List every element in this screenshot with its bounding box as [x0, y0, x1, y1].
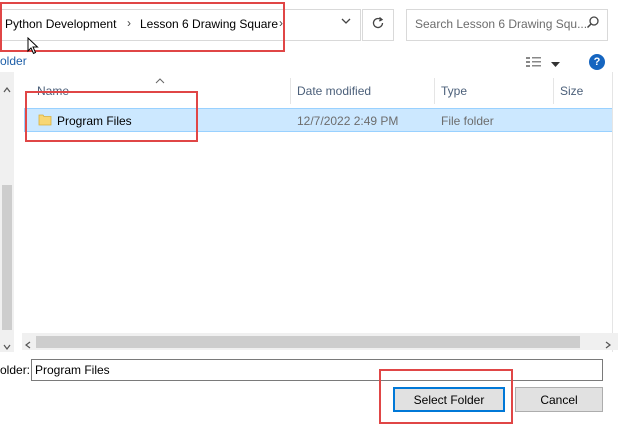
search-input[interactable]: Search Lesson 6 Drawing Squ...: [415, 17, 587, 31]
sort-ascending-icon: [155, 73, 165, 87]
search-icon[interactable]: [586, 15, 600, 32]
highlight-program-files: [25, 91, 198, 142]
scroll-left-icon[interactable]: [25, 338, 31, 352]
folder-name-input[interactable]: Program Files: [31, 359, 603, 381]
navigation-pane-scroll-thumb[interactable]: [2, 185, 12, 330]
scroll-down-icon[interactable]: [3, 339, 11, 353]
file-list-vertical-scrollbar[interactable]: [612, 72, 621, 352]
chevron-down-icon[interactable]: [340, 15, 352, 30]
scroll-right-icon[interactable]: [605, 338, 611, 352]
help-icon[interactable]: ?: [589, 54, 605, 70]
horizontal-scroll-thumb[interactable]: [36, 336, 580, 348]
scroll-up-icon[interactable]: [3, 82, 11, 96]
cancel-button[interactable]: Cancel: [515, 387, 603, 412]
highlight-breadcrumb: [0, 2, 285, 52]
new-folder-button[interactable]: older: [0, 54, 27, 68]
column-divider[interactable]: [290, 78, 291, 104]
file-type: File folder: [441, 114, 494, 128]
mouse-cursor-icon: [27, 36, 39, 58]
folder-field-label: older:: [0, 363, 31, 377]
column-header-size[interactable]: Size: [560, 84, 583, 98]
highlight-select-folder: [379, 369, 513, 424]
column-divider[interactable]: [434, 78, 435, 104]
column-header-type[interactable]: Type: [441, 84, 467, 98]
refresh-button[interactable]: [362, 9, 394, 41]
view-details-icon[interactable]: [525, 55, 543, 72]
file-date-modified: 12/7/2022 2:49 PM: [297, 114, 399, 128]
refresh-icon: [371, 16, 385, 35]
view-options-chevron-icon[interactable]: [551, 57, 560, 71]
column-divider[interactable]: [553, 78, 554, 104]
column-header-date-modified[interactable]: Date modified: [297, 84, 371, 98]
